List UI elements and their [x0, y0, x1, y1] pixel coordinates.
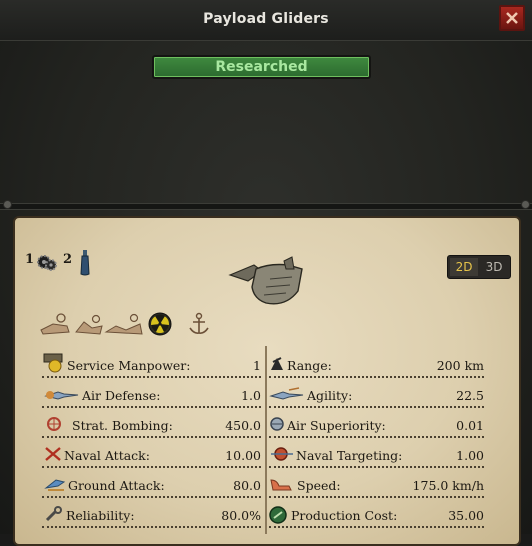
close-icon — [506, 12, 518, 24]
rivet-icon — [3, 200, 12, 209]
view-3d-button[interactable]: 3D — [480, 258, 508, 276]
dotted-line — [269, 496, 484, 498]
stat-air-superiority: Air Superiority: 0.01 — [269, 416, 484, 438]
air-defense-icon — [44, 391, 79, 400]
stat-ground-attack: Ground Attack: 80.0 — [42, 476, 261, 498]
stat-naval-attack: Naval Attack: 10.00 — [42, 446, 261, 468]
stat-strat-bombing: Strat. Bombing: 450.0 — [42, 416, 261, 438]
dotted-line — [42, 466, 261, 468]
airdrop-icon — [40, 313, 70, 335]
stat-production-cost: Production Cost: 35.00 — [269, 506, 484, 528]
dotted-line — [42, 436, 261, 438]
stat-value: 175.0 km/h — [412, 478, 484, 493]
speed-icon — [270, 479, 292, 491]
stack-count-2: 2 — [63, 252, 73, 267]
stat-label: Air Superiority: — [287, 418, 386, 433]
air-superiority-icon — [270, 417, 284, 431]
stat-value: 22.5 — [456, 388, 484, 403]
ground-attack-icon — [44, 479, 66, 491]
naval-targeting-icon — [271, 447, 293, 461]
stat-label: Ground Attack: — [68, 478, 165, 493]
stat-speed: Speed: 175.0 km/h — [269, 476, 484, 498]
payload-glider-image — [228, 256, 303, 305]
stat-agility: Agility: 22.5 — [269, 386, 484, 408]
stats-column-divider — [265, 346, 267, 534]
stat-value: 35.00 — [448, 508, 484, 523]
stat-value: 450.0 — [225, 418, 261, 433]
radiation-icon — [148, 312, 172, 336]
stat-label: Range: — [287, 358, 332, 373]
title-bar: Payload Gliders — [0, 0, 532, 41]
view-2d-button[interactable]: 2D — [450, 258, 478, 276]
stat-naval-targeting: Naval Targeting: 1.00 — [269, 446, 484, 468]
stat-value: 10.00 — [225, 448, 261, 463]
dotted-line — [42, 496, 261, 498]
stat-label: Strat. Bombing: — [72, 418, 173, 433]
wrench-icon — [45, 506, 62, 522]
stat-value: 80.0% — [221, 508, 261, 523]
stat-value: 1 — [253, 358, 261, 373]
researched-status-button: Researched — [152, 55, 371, 79]
gear-cluster-icon — [37, 255, 57, 271]
stat-label: Production Cost: — [291, 508, 398, 523]
stat-air-defense: Air Defense: 1.0 — [42, 386, 261, 408]
view-toggle: 2D 3D — [447, 255, 511, 279]
stat-reliability: Reliability: 80.0% — [42, 506, 261, 528]
stat-service-manpower: Service Manpower: 1 — [42, 353, 261, 378]
bottle-icon — [80, 250, 90, 276]
glider-icon — [75, 314, 103, 335]
close-button[interactable] — [499, 5, 525, 31]
glider-landing-icon — [104, 313, 143, 335]
agility-icon — [269, 387, 304, 400]
stat-value: 1.0 — [241, 388, 261, 403]
dotted-line — [269, 526, 484, 528]
stat-label: Reliability: — [66, 508, 135, 523]
rivet-icon — [521, 200, 530, 209]
stack-count-1: 1 — [25, 252, 35, 267]
range-icon — [271, 357, 283, 370]
section-divider — [0, 203, 532, 210]
stat-label: Naval Attack: — [64, 448, 150, 463]
stat-value: 200 km — [436, 358, 484, 373]
equipment-window: Payload Gliders Researched 1 2 2D 3D Ser… — [0, 0, 532, 546]
stat-label: Service Manpower: — [67, 358, 191, 373]
dotted-line — [42, 376, 261, 378]
strategic-bombing-icon — [47, 417, 61, 431]
stat-value: 1.00 — [456, 448, 484, 463]
stat-range: Range: 200 km — [269, 356, 484, 378]
naval-attack-icon — [45, 447, 61, 461]
dotted-line — [269, 406, 484, 408]
production-cost-icon — [269, 506, 287, 524]
stat-label: Naval Targeting: — [296, 448, 403, 463]
window-title: Payload Gliders — [203, 11, 329, 27]
dotted-line — [269, 436, 484, 438]
stat-label: Speed: — [297, 478, 341, 493]
stat-label: Agility: — [307, 388, 353, 403]
stat-value: 0.01 — [456, 418, 484, 433]
stat-value: 80.0 — [233, 478, 261, 493]
stat-label: Air Defense: — [82, 388, 161, 403]
manpower-icon — [43, 353, 63, 373]
anchor-icon — [189, 312, 209, 334]
dotted-line — [42, 406, 261, 408]
dotted-line — [269, 466, 484, 468]
dotted-line — [42, 526, 261, 528]
dotted-line — [269, 376, 484, 378]
